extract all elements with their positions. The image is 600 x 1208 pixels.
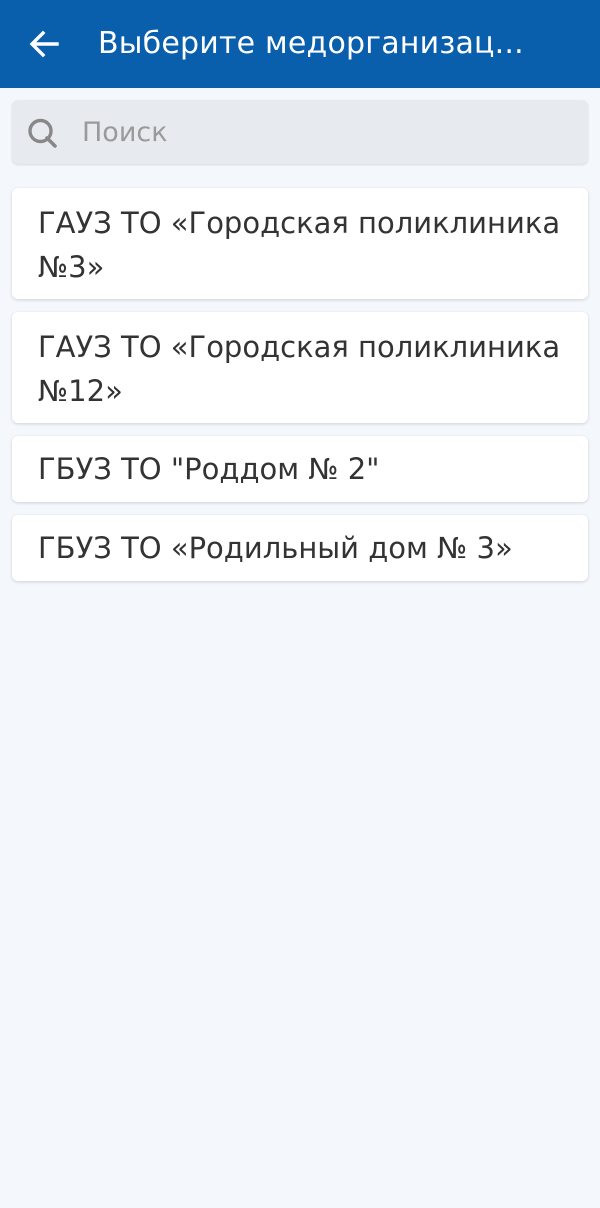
search-bar[interactable] xyxy=(12,100,588,164)
search-input[interactable] xyxy=(82,100,582,164)
back-button[interactable] xyxy=(26,22,62,66)
search-icon xyxy=(28,118,57,148)
list-item-label: ГАУЗ ТО «Городская поликлиника №12» xyxy=(38,330,561,408)
list-item-label: ГБУЗ ТО «Родильный дом № 3» xyxy=(38,531,513,565)
list-item[interactable]: ГАУЗ ТО «Городская поликлиника №12» xyxy=(12,312,588,423)
list-item[interactable]: ГАУЗ ТО «Городская поликлиника №3» xyxy=(12,188,588,299)
app-bar: Выберите медорганизац... xyxy=(0,0,600,88)
list-item[interactable]: ГБУЗ ТО "Роддом № 2" xyxy=(12,436,588,502)
organization-list: ГАУЗ ТО «Городская поликлиника №3» ГАУЗ … xyxy=(12,188,588,594)
page-title: Выберите медорганизац... xyxy=(98,26,524,61)
list-item-label: ГАУЗ ТО «Городская поликлиника №3» xyxy=(38,206,561,284)
list-item[interactable]: ГБУЗ ТО «Родильный дом № 3» xyxy=(12,515,588,581)
list-item-label: ГБУЗ ТО "Роддом № 2" xyxy=(38,452,380,486)
arrow-left-icon xyxy=(29,30,59,58)
